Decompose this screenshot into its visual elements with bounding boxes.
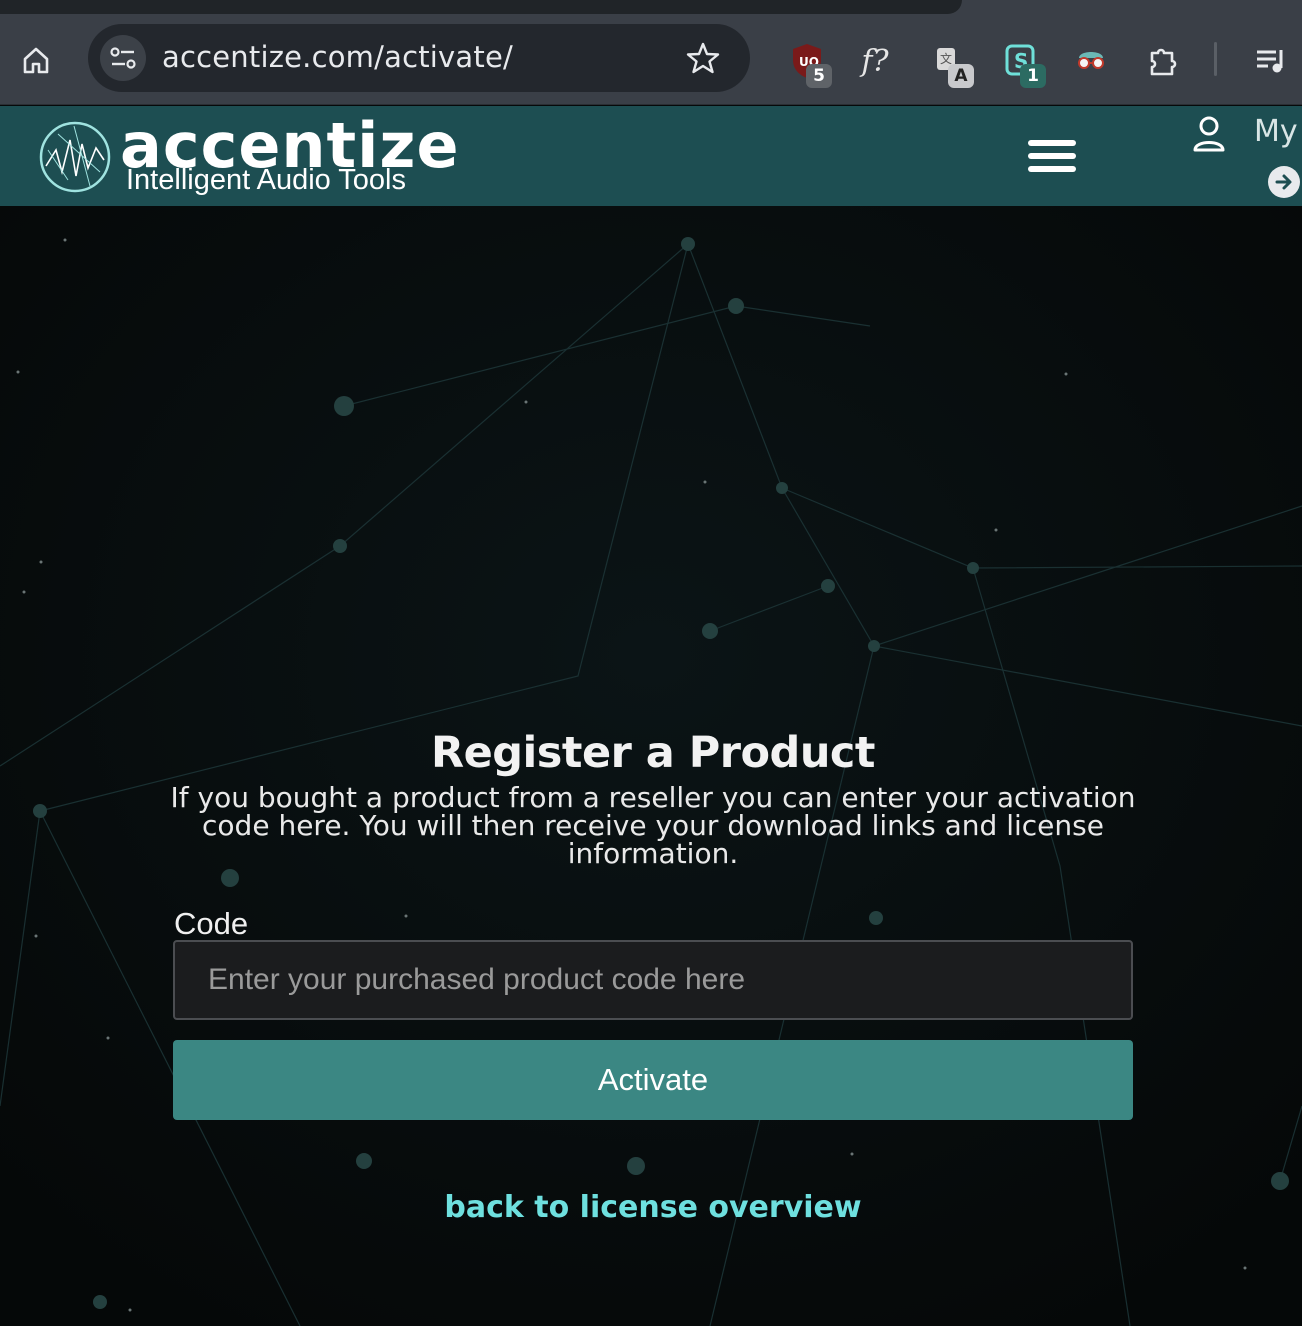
product-code-input[interactable] bbox=[173, 940, 1133, 1020]
translate-badge: A bbox=[948, 64, 974, 88]
accentize-logo-icon[interactable] bbox=[38, 120, 112, 194]
back-to-license-overview-link[interactable]: back to license overview bbox=[0, 1190, 1302, 1225]
code-label: Code bbox=[174, 906, 249, 941]
url-text[interactable]: accentize.com/activate/ bbox=[162, 40, 513, 74]
media-queue-icon[interactable] bbox=[1248, 38, 1294, 84]
spy-glasses-icon[interactable] bbox=[1068, 38, 1114, 84]
home-icon[interactable] bbox=[16, 40, 56, 80]
translate-icon[interactable]: 文 A bbox=[926, 38, 974, 88]
user-account-icon[interactable] bbox=[1192, 114, 1226, 154]
tab-strip bbox=[0, 0, 1302, 14]
site-header: accentize Intelligent Audio Tools My bbox=[0, 106, 1302, 206]
ublock-badge: 5 bbox=[806, 64, 832, 88]
ublock-origin-icon[interactable]: UO 5 bbox=[784, 38, 832, 88]
register-product-section: Register a Product If you bought a produ… bbox=[0, 206, 1302, 1326]
hamburger-menu-icon[interactable] bbox=[1028, 140, 1080, 176]
arrow-right-icon[interactable] bbox=[1268, 166, 1300, 198]
browser-toolbar: accentize.com/activate/ UO 5 f? 文 A S 1 bbox=[0, 14, 1302, 105]
stylus-icon[interactable]: S 1 bbox=[998, 38, 1046, 88]
stylus-badge: 1 bbox=[1020, 64, 1046, 88]
font-identifier-icon[interactable]: f? bbox=[852, 38, 898, 84]
page-title: Register a Product bbox=[431, 728, 875, 778]
address-bar[interactable]: accentize.com/activate/ bbox=[88, 24, 750, 92]
my-account-label[interactable]: My bbox=[1254, 114, 1298, 149]
brand-tagline: Intelligent Audio Tools bbox=[126, 164, 407, 196]
active-tab[interactable] bbox=[0, 0, 962, 14]
page-description: If you bought a product from a reseller … bbox=[170, 781, 1136, 870]
activate-button[interactable]: Activate bbox=[173, 1040, 1133, 1120]
site-info-icon[interactable] bbox=[100, 35, 146, 81]
extensions-puzzle-icon[interactable] bbox=[1140, 38, 1186, 84]
toolbar-separator bbox=[1214, 42, 1217, 76]
bookmark-star-icon[interactable] bbox=[686, 41, 720, 80]
